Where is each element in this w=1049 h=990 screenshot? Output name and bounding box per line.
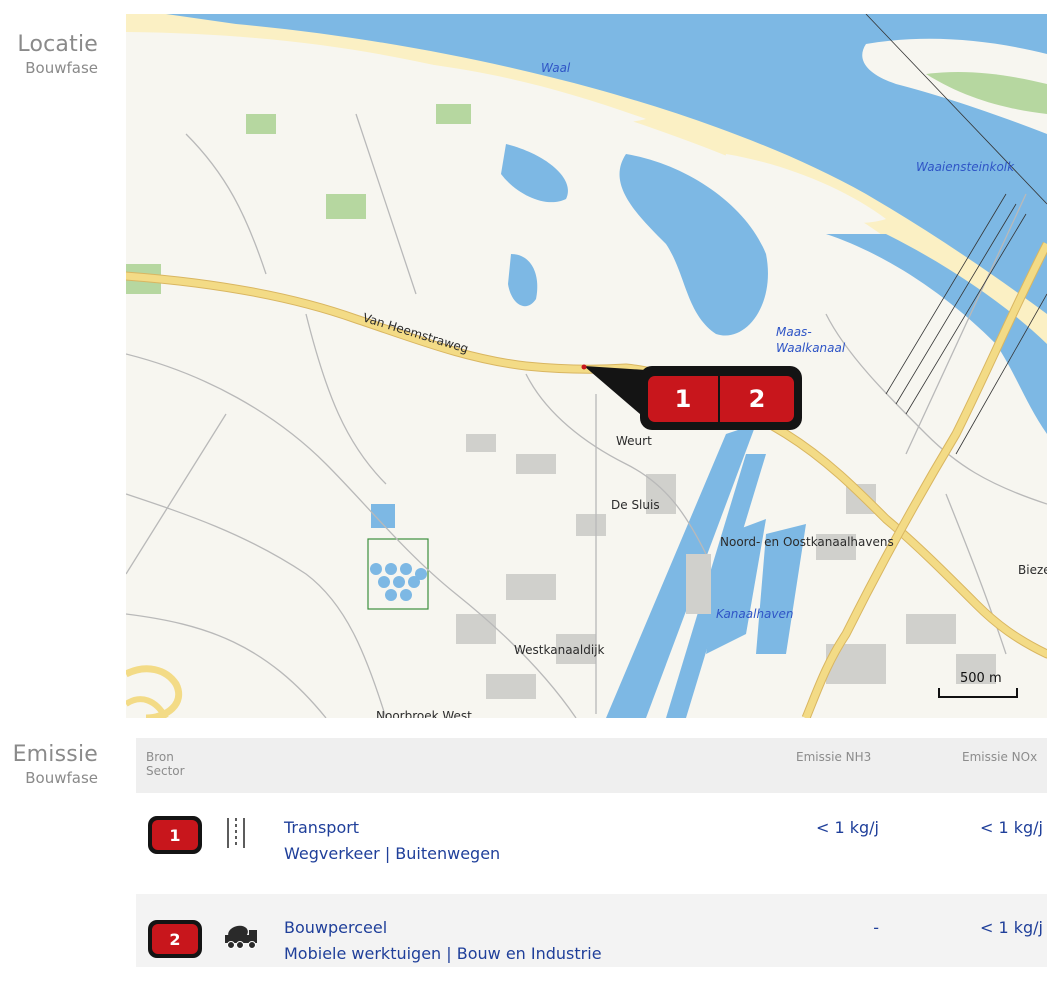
scale-label: 500 m <box>960 671 1002 686</box>
emission-nox-value: < 1 kg/j <box>979 918 1043 937</box>
location-subtitle: Bouwfase <box>25 59 98 77</box>
label-weurt: Weurt <box>616 434 652 448</box>
label-waaiensteinkolk: Waaiensteinkolk <box>916 160 1015 174</box>
green-field <box>326 194 366 219</box>
label-waalkanaal: Waalkanaal <box>776 341 846 355</box>
header-nh3[interactable]: Emissie NH3 <box>796 750 871 764</box>
label-maas: Maas- <box>776 325 812 339</box>
location-section-label: Locatie Bouwfase <box>17 32 98 78</box>
header-sector: Sector <box>146 764 185 778</box>
green-field <box>436 104 471 124</box>
emission-nox-value: < 1 kg/j <box>979 818 1043 837</box>
table-row[interactable]: 2 Bouwperceel Mobiele werktuigen | Bouw … <box>136 894 1047 967</box>
emission-title: Emissie <box>12 742 98 767</box>
road-lane-icon <box>224 816 248 854</box>
location-map[interactable]: Waal Waaiensteinkolk Maas- Waalkanaal Ka… <box>126 14 1047 718</box>
label-kanaalhaven: Kanaalhaven <box>716 607 794 621</box>
source-badge-number: 2 <box>152 924 198 954</box>
source-sector: Wegverkeer | Buitenwegen <box>284 844 501 863</box>
label-noorbroek-west: Noorbroek West <box>376 709 472 718</box>
emission-nh3-value: - <box>873 918 879 937</box>
table-row[interactable]: 1 Transport Wegverkeer | Buitenwegen < 1… <box>136 794 1047 867</box>
header-bron: Bron <box>146 750 174 764</box>
emission-subtitle: Bouwfase <box>25 769 98 787</box>
label-bieze: Bieze <box>1018 563 1047 577</box>
label-waal: Waal <box>541 61 571 75</box>
scale-bar-line <box>938 688 1018 698</box>
marker-2[interactable]: 2 <box>720 376 794 422</box>
marker-anchor-dot <box>581 364 587 370</box>
concrete-mixer-truck-icon <box>224 924 258 954</box>
emission-table-header: Bron Sector Emissie NH3 Emissie NOx <box>136 738 1047 793</box>
label-westkanaaldijk: Westkanaaldijk <box>514 643 605 657</box>
map-canvas: Waal Waaiensteinkolk Maas- Waalkanaal Ka… <box>126 14 1047 718</box>
location-title: Locatie <box>17 32 98 57</box>
source-title[interactable]: Bouwperceel <box>284 918 387 937</box>
source-sector: Mobiele werktuigen | Bouw en Industrie <box>284 944 602 963</box>
source-badge: 2 <box>148 920 202 958</box>
green-field <box>246 114 276 134</box>
header-nox[interactable]: Emissie NOx <box>962 750 1037 764</box>
label-de-sluis: De Sluis <box>611 498 660 512</box>
emission-section-label: Emissie Bouwfase <box>13 742 98 788</box>
marker-1[interactable]: 1 <box>648 376 718 422</box>
source-title[interactable]: Transport <box>284 818 359 837</box>
label-noord-oostkanaalhavens: Noord- en Oostkanaalhavens <box>720 535 894 549</box>
source-badge-number: 1 <box>152 820 198 850</box>
scale-bar: 500 m <box>938 668 1020 700</box>
source-badge: 1 <box>148 816 202 854</box>
emission-nh3-value: < 1 kg/j <box>815 818 879 837</box>
